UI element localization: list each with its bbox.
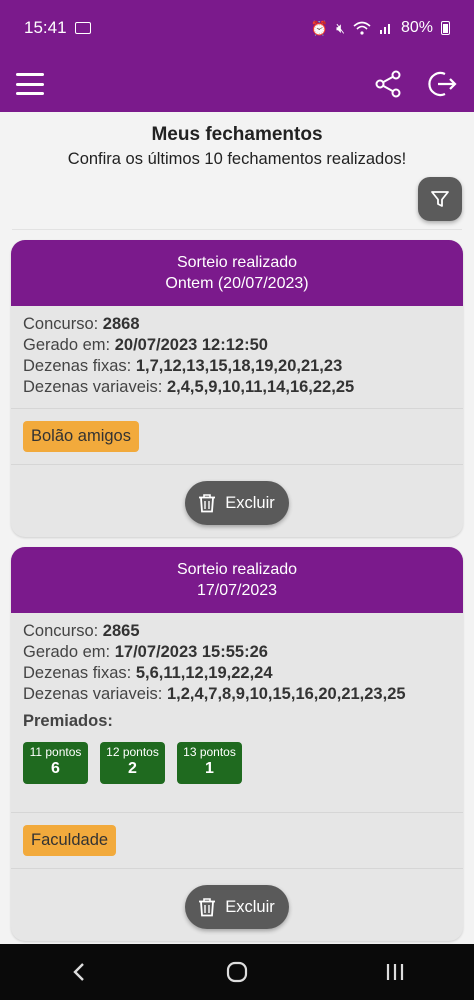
group-tag: Bolão amigos xyxy=(23,421,139,452)
variaveis-label: Dezenas variaveis: xyxy=(23,378,163,396)
prize-count: 1 xyxy=(205,760,214,777)
concurso-value: 2868 xyxy=(102,315,140,333)
gerado-row: Gerado em: 17/07/2023 15:55:26 xyxy=(23,642,451,663)
trash-icon xyxy=(199,494,216,513)
fixas-label: Dezenas fixas: xyxy=(23,664,132,682)
card-header: Sorteio realizado 17/07/2023 xyxy=(11,547,463,613)
page-subtitle: Confira os últimos 10 fechamentos realiz… xyxy=(67,150,407,168)
share-button[interactable] xyxy=(372,68,404,100)
delete-button[interactable]: Excluir xyxy=(185,481,289,525)
card-header-date: Ontem (20/07/2023) xyxy=(165,275,309,292)
delete-row: Excluir xyxy=(11,869,463,941)
prize-count: 2 xyxy=(128,760,137,777)
main-content[interactable]: Meus fechamentos Confira os últimos 10 f… xyxy=(0,112,474,944)
status-bar: 15:41 ⏰ 🔇︎ 80% xyxy=(0,0,474,56)
prize-label: 11 pontos xyxy=(29,745,82,759)
tag-row: Faculdade xyxy=(11,813,463,868)
prize-badge: 13 pontos 1 xyxy=(177,742,242,784)
page-header: Meus fechamentos Confira os últimos 10 f… xyxy=(0,112,474,169)
gerado-label: Gerado em: xyxy=(23,643,111,661)
mute-icon: 🔇︎ xyxy=(336,19,345,36)
app-bar xyxy=(0,56,474,112)
concurso-label: Concurso: xyxy=(23,622,99,640)
card-header: Sorteio realizado Ontem (20/07/2023) xyxy=(11,240,463,306)
delete-button[interactable]: Excluir xyxy=(185,885,289,929)
battery-percent: 80% xyxy=(400,19,433,36)
fechamento-card: Sorteio realizado Ontem (20/07/2023) Con… xyxy=(11,240,463,537)
concurso-label: Concurso: xyxy=(23,315,99,333)
card-header-date: 17/07/2023 xyxy=(196,582,278,599)
home-icon xyxy=(226,961,248,983)
fixas-value: 1,7,12,13,15,18,19,20,21,23 xyxy=(135,357,343,375)
variaveis-label: Dezenas variaveis: xyxy=(23,685,163,703)
variaveis-row: Dezenas variaveis: 1,2,4,7,8,9,10,15,16,… xyxy=(23,684,451,705)
concurso-row: Concurso: 2868 xyxy=(23,314,451,335)
alarm-icon: ⏰ xyxy=(310,19,329,36)
battery-icon xyxy=(441,21,450,35)
page-title: Meus fechamentos xyxy=(151,124,323,145)
fixas-value: 5,6,11,12,19,22,24 xyxy=(135,664,273,682)
fixas-label: Dezenas fixas: xyxy=(23,357,132,375)
concurso-row: Concurso: 2865 xyxy=(23,621,451,642)
filter-button[interactable] xyxy=(418,177,462,221)
delete-row: Excluir xyxy=(11,465,463,537)
logout-button[interactable] xyxy=(426,68,458,100)
fixas-row: Dezenas fixas: 5,6,11,12,19,22,24 xyxy=(23,663,451,684)
concurso-value: 2865 xyxy=(102,622,140,640)
gerado-label: Gerado em: xyxy=(23,336,111,354)
filter-row xyxy=(0,169,474,221)
variaveis-value: 1,2,4,7,8,9,10,15,16,20,21,23,25 xyxy=(167,685,406,703)
status-icons: ⏰ 🔇︎ 80% xyxy=(311,19,450,37)
prizes-list: 11 pontos 6 12 pontos 2 13 pontos 1 xyxy=(23,742,451,784)
premiados-title: Premiados: xyxy=(23,712,113,730)
variaveis-value: 2,4,5,9,10,11,14,16,22,25 xyxy=(167,378,355,396)
recents-icon xyxy=(386,964,404,980)
divider xyxy=(12,229,462,230)
signal-icon xyxy=(379,24,390,34)
card-details: Concurso: 2868 Gerado em: 20/07/2023 12:… xyxy=(11,306,463,408)
fixas-row: Dezenas fixas: 1,7,12,13,15,18,19,20,21,… xyxy=(23,356,451,377)
prize-count: 6 xyxy=(51,760,60,777)
delete-label: Excluir xyxy=(225,897,275,916)
card-details: Concurso: 2865 Gerado em: 17/07/2023 15:… xyxy=(11,613,463,812)
gerado-value: 17/07/2023 15:55:26 xyxy=(114,643,268,661)
back-icon xyxy=(73,963,84,981)
prize-badge: 11 pontos 6 xyxy=(23,742,88,784)
delete-label: Excluir xyxy=(225,493,275,512)
prize-label: 13 pontos xyxy=(183,745,236,759)
prize-label: 12 pontos xyxy=(106,745,159,759)
card-header-status: Sorteio realizado xyxy=(176,254,298,271)
status-time: 15:41 xyxy=(24,18,67,37)
tag-row: Bolão amigos xyxy=(11,409,463,464)
share-icon xyxy=(375,70,401,98)
filter-icon xyxy=(431,191,449,207)
back-button[interactable] xyxy=(49,952,109,992)
system-nav-bar xyxy=(0,944,474,1000)
variaveis-row: Dezenas variaveis: 2,4,5,9,10,11,14,16,2… xyxy=(23,377,451,398)
menu-icon[interactable] xyxy=(16,73,44,95)
wifi-icon xyxy=(353,21,371,35)
recents-button[interactable] xyxy=(365,952,425,992)
logout-icon xyxy=(428,71,457,97)
app-bar-actions xyxy=(372,68,458,100)
home-button[interactable] xyxy=(207,952,267,992)
gerado-row: Gerado em: 20/07/2023 12:12:50 xyxy=(23,335,451,356)
card-header-status: Sorteio realizado xyxy=(176,561,298,578)
group-tag: Faculdade xyxy=(23,825,117,856)
gerado-value: 20/07/2023 12:12:50 xyxy=(114,336,268,354)
trash-icon xyxy=(199,898,216,917)
prize-badge: 12 pontos 2 xyxy=(100,742,165,784)
sim-icon xyxy=(74,22,91,34)
fechamento-card: Sorteio realizado 17/07/2023 Concurso: 2… xyxy=(11,547,463,941)
